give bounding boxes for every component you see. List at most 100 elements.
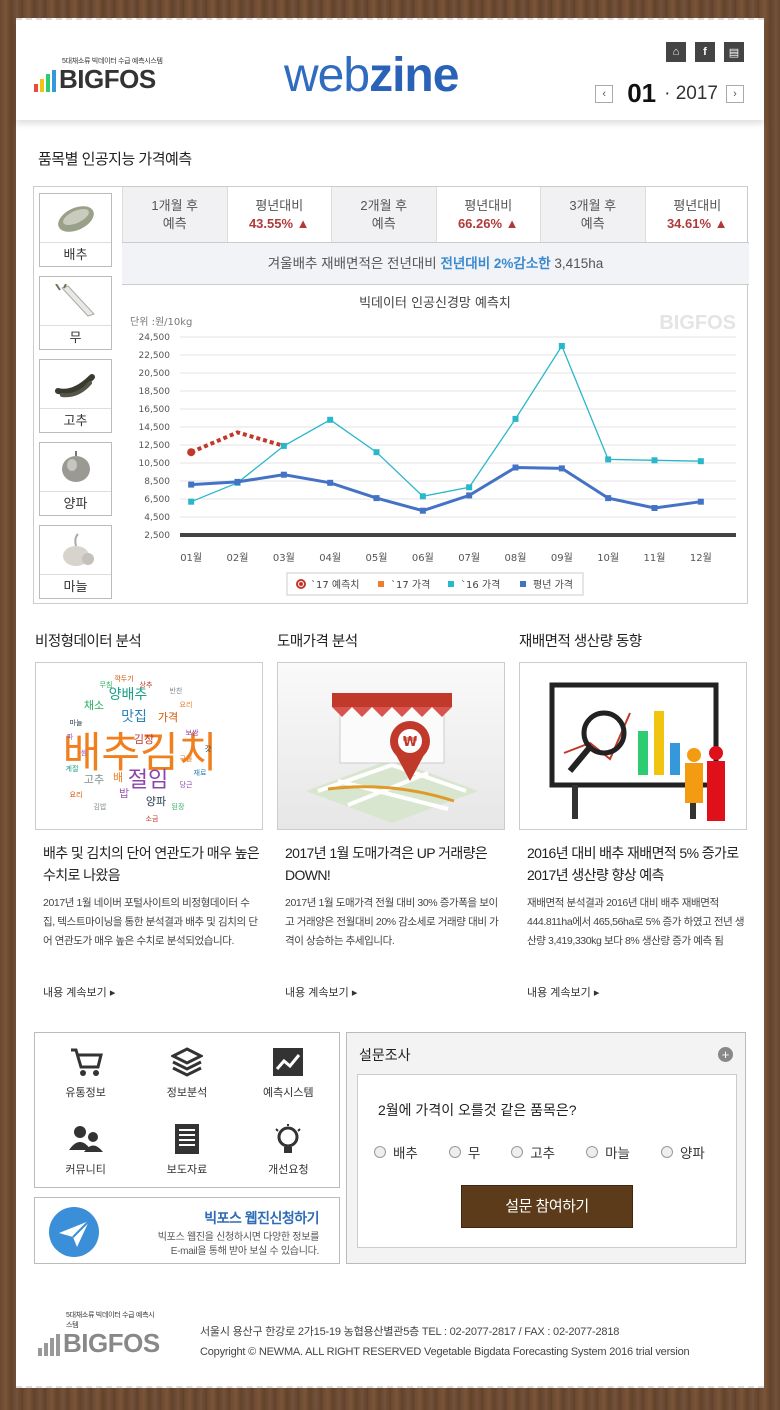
news-title: 재배면적 생산량 동향	[519, 634, 642, 650]
item-list: 배추 무 고추 양파 마늘	[39, 193, 112, 608]
wordcloud-word: 밥	[119, 787, 129, 800]
label-line: 평년대비	[255, 198, 304, 213]
next-issue-button[interactable]: ›	[726, 84, 744, 103]
option-label: 배추	[393, 1146, 418, 1161]
option-cabbage[interactable]: 배추	[374, 1142, 418, 1162]
news-cultivation: 재배면적 생산량 동향 2016년 대비 배추 재배면적 5% 증가로 2017…	[519, 630, 747, 999]
logo-word: BIGFOS	[63, 1328, 160, 1358]
series-point	[280, 471, 287, 478]
y-tick-label: 4,500	[144, 513, 170, 523]
pepper-icon	[54, 367, 98, 401]
menu-distribution[interactable]: 유통정보	[35, 1033, 136, 1110]
wordcloud-small-word: 요리	[180, 700, 193, 709]
item-garlic[interactable]: 마늘	[39, 525, 112, 599]
survey-title: 설문조사	[359, 1047, 411, 1063]
wordcloud-word: 양배추	[109, 687, 148, 703]
series-point	[697, 458, 704, 465]
document-icon[interactable]: ▤	[724, 42, 744, 62]
radio-button[interactable]	[660, 1146, 673, 1158]
chart-unit-label: 단위 :원/10kg	[130, 315, 192, 328]
ratio-value: 34.61%	[666, 216, 712, 231]
option-radish[interactable]: 무	[448, 1142, 480, 1162]
wordcloud-small-word: 깍두기	[114, 674, 133, 683]
map-store-image[interactable]: ₩	[277, 662, 505, 830]
menu-analysis[interactable]: 정보분석	[136, 1033, 237, 1110]
item-pepper[interactable]: 고추	[39, 359, 112, 433]
x-tick-label: 07월	[458, 552, 480, 564]
plus-icon[interactable]: +	[718, 1047, 733, 1062]
news-headline[interactable]: 배추 및 김치의 단어 연관도가 매우 높은 수치로 나왔음	[43, 842, 261, 886]
option-onion[interactable]: 양파	[660, 1142, 705, 1162]
desc-line: E-mail을 통해 받아 보실 수 있습니다.	[170, 1246, 320, 1257]
item-cabbage[interactable]: 배추	[39, 193, 112, 267]
footer-logo[interactable]: 5대채소류 빅데이터 수급 예측시스템 BIGFOS	[38, 1310, 160, 1356]
legend-label: `16 가격	[461, 578, 500, 591]
news-unstructured: 비정형데이터 분석 배추김치 절임 맛집 양배추 가격 김장 채소 고추 배 양파 밥 깍두기 상추 무침…	[35, 630, 263, 999]
year-separator: ·	[664, 82, 671, 104]
trend-chart-icon	[270, 1045, 306, 1079]
quick-menu: 유통정보 정보분석 예측시스템 커뮤니티 보도자료 개선요청	[34, 1032, 340, 1188]
wordcloud-small-word: 무침	[100, 681, 113, 689]
news-headline[interactable]: 2016년 대비 배추 재배면적 5% 증가로 2017년 생산량 향상 예측	[527, 842, 745, 886]
news-desc: 2017년 1월 네이버 포털사이트의 비정형데이터 수집, 텍스트마이닝을 통…	[43, 897, 258, 947]
issue-year: 2017	[675, 82, 718, 104]
survey-submit-button[interactable]: 설문 참여하기	[461, 1185, 633, 1228]
forecast-2m-label: 2개월 후 예측	[331, 187, 436, 242]
facebook-icon[interactable]: f	[695, 42, 715, 62]
series-point	[512, 464, 519, 471]
lightbulb-icon	[270, 1122, 306, 1156]
read-more-link[interactable]: 내용 계속보기 ▸	[527, 984, 599, 1000]
prev-issue-button[interactable]: ‹	[595, 84, 614, 103]
issue-month: 01	[627, 78, 657, 108]
menu-feedback[interactable]: 개선요청	[238, 1110, 339, 1187]
item-onion[interactable]: 양파	[39, 442, 112, 516]
logo-bars-icon	[38, 1334, 60, 1356]
wordcloud-small-word: 마늘	[70, 718, 83, 727]
radio-button[interactable]	[586, 1146, 599, 1158]
series-point	[605, 495, 612, 502]
wordcloud-small-word: 국물	[180, 755, 193, 763]
legend-marker	[378, 581, 384, 587]
menu-label: 예측시스템	[263, 1087, 314, 1099]
ratio-value: 66.26%	[457, 216, 503, 231]
read-more-link[interactable]: 내용 계속보기 ▸	[43, 984, 115, 1000]
chart-watermark: BIGFOS	[659, 312, 736, 334]
wordcloud-image[interactable]: 배추김치 절임 맛집 양배추 가격 김장 채소 고추 배 양파 밥 깍두기 상추 무침 반찬 요리 마늘 파 당근 재…	[35, 662, 263, 830]
label-line: 평년대비	[673, 198, 722, 213]
cart-icon	[68, 1045, 104, 1079]
series-line-3	[191, 465, 702, 513]
webzine-subscribe-banner[interactable]: 빅포스 웹진신청하기 빅포스 웹진을 신청하시면 다양한 정보를 E-mail을 …	[34, 1197, 340, 1264]
item-radish[interactable]: 무	[39, 276, 112, 350]
series-point	[419, 493, 426, 500]
news-headline[interactable]: 2017년 1월 도매가격은 UP 거래량은 DOWN!	[285, 842, 503, 886]
forecast-2m-ratio: 평년대비 66.26% ▲	[435, 187, 541, 242]
logo[interactable]: 5대채소류 빅데이터 수급 예측시스템 BIGFOS	[34, 56, 163, 92]
label-line: 예측	[371, 216, 396, 231]
note-highlight: 전년대비 2%감소한	[440, 256, 551, 271]
wordcloud-small-word: 보쌈	[186, 728, 199, 737]
option-garlic[interactable]: 마늘	[586, 1142, 630, 1162]
read-more-link[interactable]: 내용 계속보기 ▸	[285, 984, 357, 1000]
x-tick-label: 10월	[597, 552, 619, 564]
webzine-title: webzine	[284, 48, 459, 103]
logo-tagline: 5대채소류 빅데이터 수급 예측시스템	[66, 1312, 155, 1329]
wordcloud-small-word: 반찬	[170, 686, 183, 695]
radio-button[interactable]	[448, 1146, 461, 1158]
series-point	[651, 457, 658, 464]
option-pepper[interactable]: 고추	[511, 1142, 555, 1162]
chevron-right-icon: ▸	[109, 987, 116, 999]
radio-button[interactable]	[374, 1146, 386, 1158]
series-point	[280, 442, 287, 449]
radio-button[interactable]	[511, 1146, 524, 1158]
wordcloud-word: 김장	[134, 733, 154, 746]
home-icon[interactable]: ⌂	[666, 42, 686, 62]
menu-forecast[interactable]: 예측시스템	[238, 1033, 339, 1110]
title-bold: zine	[369, 49, 459, 102]
menu-community[interactable]: 커뮤니티	[35, 1110, 136, 1187]
menu-press[interactable]: 보도자료	[136, 1110, 237, 1187]
billboard-image[interactable]	[519, 662, 747, 830]
area-note: 겨울배추 재배면적은 전년대비 전년대비 2%감소한 3,415ha	[122, 243, 749, 285]
series-point	[419, 507, 426, 514]
label-line: 예측	[162, 216, 187, 231]
chevron-right-icon: ▸	[593, 987, 600, 999]
